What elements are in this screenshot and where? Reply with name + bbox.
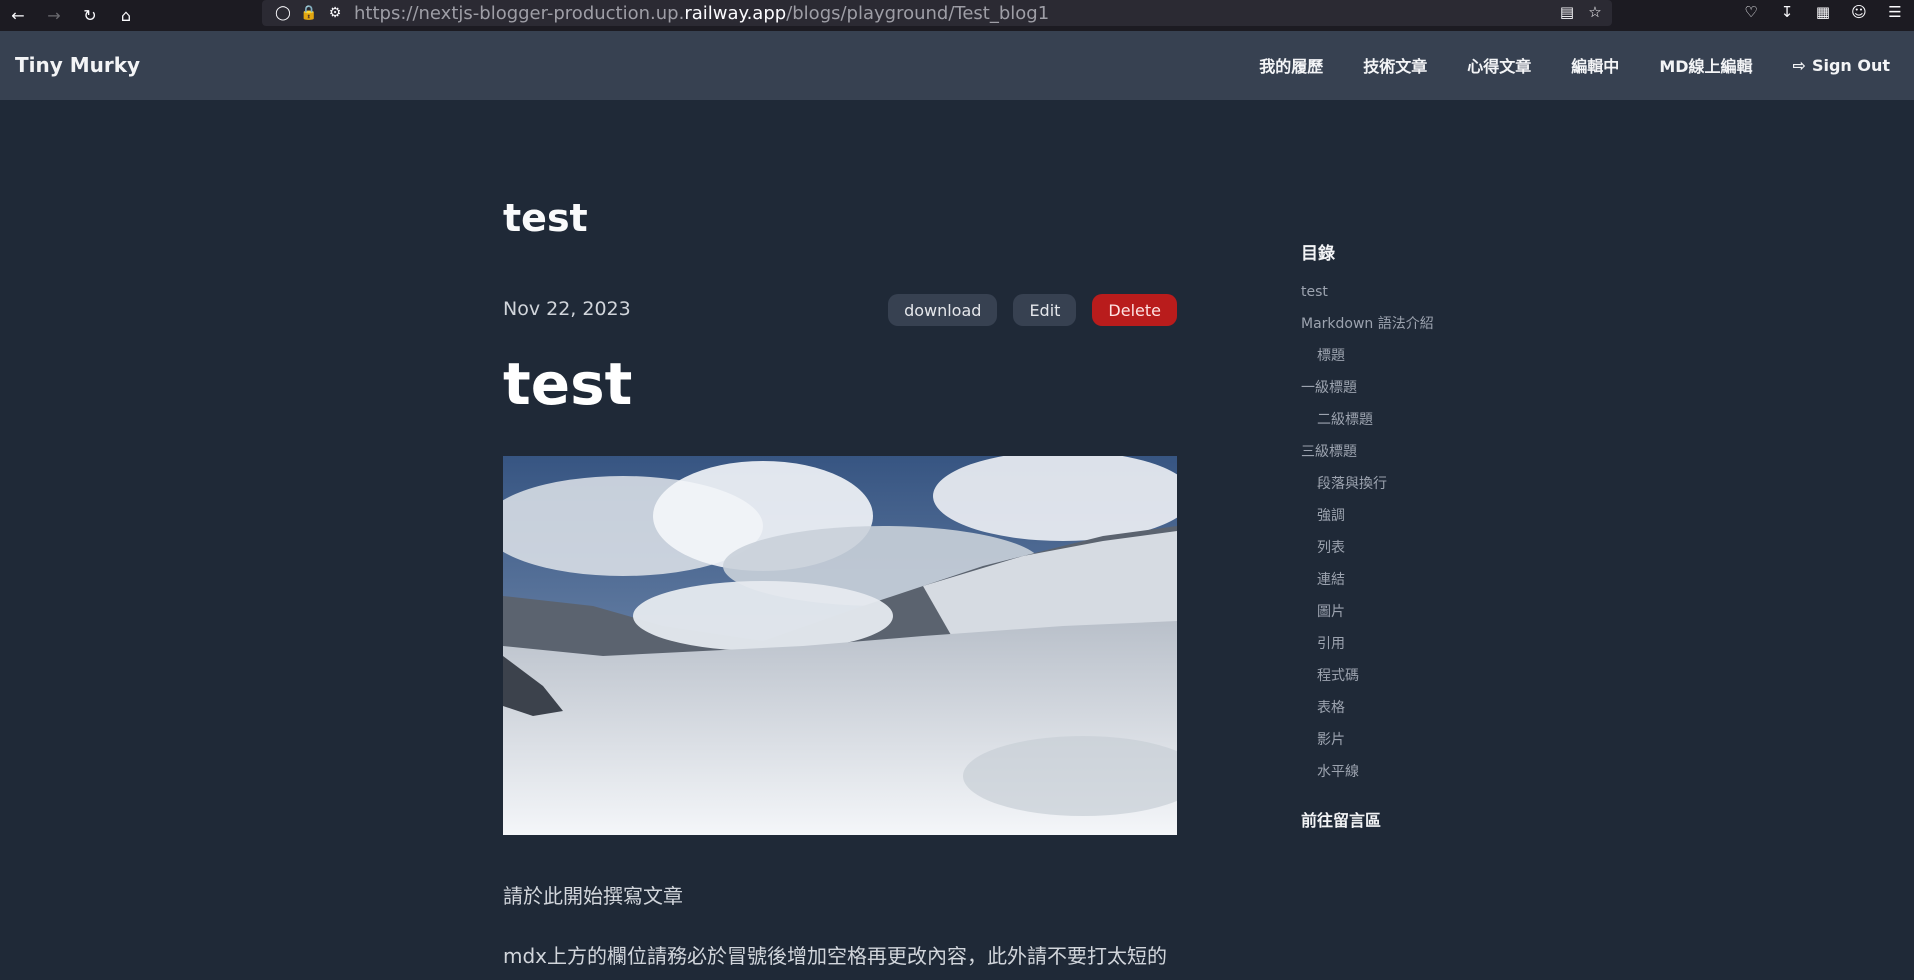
url-text[interactable]: https://nextjs-blogger-production.up.rai… [354,3,1049,24]
toc-item[interactable]: 標題 [1301,348,1434,380]
post-date: Nov 22, 2023 [503,298,631,320]
post-heading: test [503,350,633,418]
paragraph-intro: 請於此開始撰寫文章 [503,884,683,908]
toc-item[interactable]: test [1301,284,1434,316]
address-bar[interactable]: ◯ 🔒 ⚙ https://nextjs-blogger-production.… [262,0,1612,26]
site-header: Tiny Murky 我的履歷 技術文章 心得文章 編輯中 MD線上編輯 ⇨ S… [0,31,1914,100]
sign-out-icon: ⇨ [1792,55,1806,75]
nav-reflection-articles[interactable]: 心得文章 [1467,53,1531,77]
post-title: test [503,196,588,240]
nav-drafts[interactable]: 編輯中 [1571,53,1619,77]
bookmark-star-icon[interactable]: ☆ [1586,3,1604,21]
brand-logo[interactable]: Tiny Murky [15,53,140,77]
toc-list: test Markdown 語法介紹 標題 一級標題 二級標題 三級標題 段落與… [1301,284,1434,796]
extensions-icon[interactable]: ▦ [1814,3,1832,21]
go-to-comments-link[interactable]: 前往留言區 [1301,807,1381,831]
toc-item[interactable]: 一級標題 [1301,380,1434,412]
shield-icon[interactable]: ◯ [270,5,296,21]
sign-out-label: Sign Out [1811,55,1890,75]
nav-tech-articles[interactable]: 技術文章 [1363,53,1427,77]
menu-icon[interactable]: ☰ [1886,3,1904,21]
nav-md-editor[interactable]: MD線上編輯 [1659,53,1752,77]
edit-button[interactable]: Edit [1013,294,1077,326]
toc-item[interactable]: 段落與換行 [1301,476,1434,508]
toc-item[interactable]: 強調 [1301,508,1434,540]
lock-icon[interactable]: 🔒 [296,5,322,21]
sign-out-button[interactable]: ⇨ Sign Out [1793,56,1890,75]
toc-item[interactable]: 水平線 [1301,764,1434,796]
paragraph-note: mdx上方的欄位請務必於冒號後增加空格再更改內容，此外請不要打太短的 [503,944,1168,968]
toc-item[interactable]: 引用 [1301,636,1434,668]
account-icon[interactable]: ☺ [1850,3,1868,21]
reload-icon[interactable]: ↻ [72,4,108,28]
reader-mode-icon[interactable]: ▤ [1558,3,1576,21]
download-icon[interactable]: ↧ [1778,3,1796,21]
toc-item[interactable]: 連結 [1301,572,1434,604]
toc-item[interactable]: 表格 [1301,700,1434,732]
toc-item[interactable]: 程式碼 [1301,668,1434,700]
toc-item[interactable]: 二級標題 [1301,412,1434,444]
toc-item[interactable]: Markdown 語法介紹 [1301,316,1434,348]
toc-item[interactable]: 影片 [1301,732,1434,764]
toc-title: 目錄 [1301,244,1335,264]
hero-image [503,456,1177,835]
main-nav: 我的履歷 技術文章 心得文章 編輯中 MD線上編輯 ⇨ Sign Out [1259,53,1890,77]
forward-icon[interactable]: → [36,4,72,28]
back-icon[interactable]: ← [0,4,36,28]
browser-toolbar: ← → ↻ ⌂ ◯ 🔒 ⚙ https://nextjs-blogger-pro… [0,0,1914,31]
home-icon[interactable]: ⌂ [108,4,144,28]
nav-resume[interactable]: 我的履歷 [1259,53,1323,77]
permissions-icon[interactable]: ⚙ [322,5,348,21]
pocket-icon[interactable]: ♡ [1742,3,1760,21]
post-actions: download Edit Delete [888,294,1177,326]
toc-item[interactable]: 圖片 [1301,604,1434,636]
toc-item[interactable]: 三級標題 [1301,444,1434,476]
glacier-image [503,456,1177,835]
download-button[interactable]: download [888,294,998,326]
delete-button[interactable]: Delete [1092,294,1177,326]
toc-item[interactable]: 列表 [1301,540,1434,572]
